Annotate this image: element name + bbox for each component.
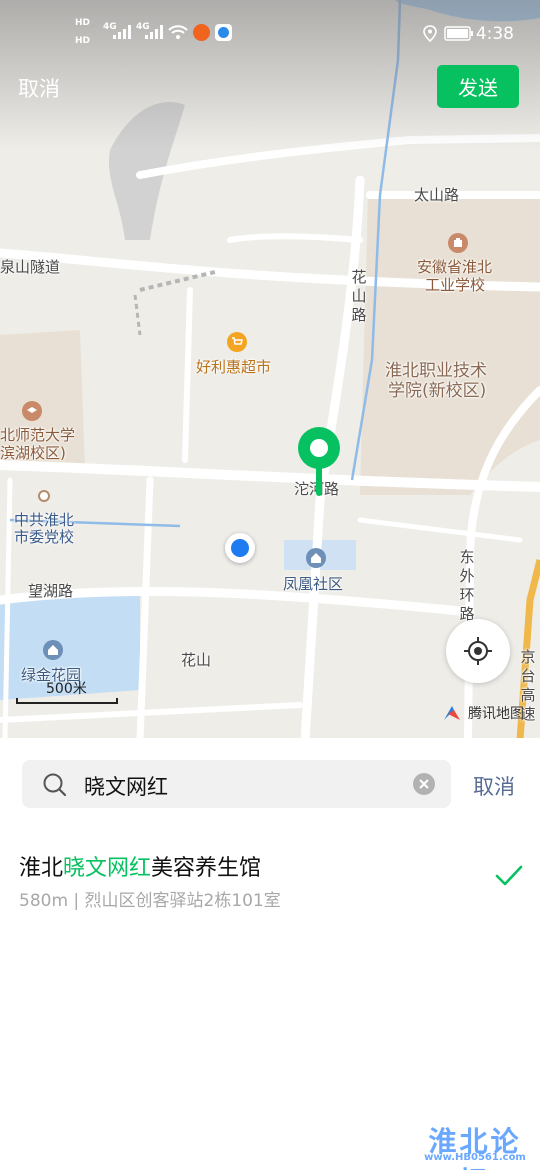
result-title-suffix: 美容养生馆 [151, 856, 262, 881]
garden-poi-icon [43, 640, 63, 660]
status-bar: HD HD 4G 4G 4:38 [0, 0, 540, 64]
cancel-button[interactable]: 取消 [18, 73, 60, 103]
government-poi-icon [38, 490, 50, 502]
result-title-highlight: 晓文网红 [63, 856, 152, 881]
community-poi-icon [306, 548, 326, 568]
my-location-dot [225, 533, 255, 563]
site-watermark: 淮北论坛 www.HB0561.com [415, 1120, 535, 1170]
map-label-party-school-1: 中共淮北 [14, 511, 75, 529]
map-label-vocational-1: 淮北职业技术 [385, 361, 487, 381]
taobao-app-icon [193, 24, 210, 41]
signal-icon-2 [145, 25, 163, 39]
battery-icon [444, 26, 473, 41]
signal-icon-1 [113, 25, 131, 39]
map-scale: 500米 [16, 678, 120, 706]
result-title: 淮北晓文网红美容养生馆 [19, 850, 261, 882]
send-button[interactable]: 发送 [437, 65, 519, 108]
map-label-normal-univ-1: 北师范大学 [0, 426, 76, 444]
status-time: 4:38 [475, 24, 514, 44]
locate-me-button[interactable] [446, 619, 510, 683]
search-panel: 晓文网红 取消 淮北晓文网红美容养生馆 580m | 烈山区创客驿站2栋101室 [0, 738, 540, 1170]
map-provider-logo: 腾讯地图 [442, 703, 524, 723]
location-pin-icon[interactable] [296, 426, 342, 496]
map-label-fenghuang: 凤凰社区 [283, 575, 344, 593]
result-subtitle: 580m | 烈山区创客驿站2栋101室 [19, 891, 281, 911]
map-label-normal-univ-2: 滨湖校区) [0, 444, 66, 462]
map-label-party-school-2: 市委党校 [14, 528, 75, 546]
university-poi-icon [22, 401, 42, 421]
search-result-item[interactable]: 淮北晓文网红美容养生馆 580m | 烈山区创客驿站2栋101室 [0, 838, 540, 928]
map-label-huashan-road: 花山路 [351, 268, 367, 324]
shop-poi-icon [227, 332, 247, 352]
map-label-huashan: 花山 [181, 651, 212, 669]
map-label-quanshan-tunnel: 泉山隧道 [0, 258, 61, 276]
scale-label: 500米 [46, 681, 87, 697]
map-label-anhui-school-1: 安徽省淮北 [417, 258, 493, 276]
search-icon [43, 773, 67, 797]
map-label-anhui-school-2: 工业学校 [425, 276, 486, 294]
school-poi-icon [448, 233, 468, 253]
scale-bar [16, 698, 118, 704]
map-label-taishan-road: 太山路 [414, 186, 460, 204]
cancel-search-button[interactable]: 取消 [473, 771, 515, 801]
browser-app-icon [215, 24, 232, 41]
location-status-icon [423, 25, 437, 42]
map-provider-name: 腾讯地图 [468, 706, 524, 722]
crosshair-icon [464, 637, 492, 665]
search-box[interactable]: 晓文网红 [22, 760, 451, 808]
clear-icon[interactable] [413, 773, 435, 795]
search-input[interactable]: 晓文网红 [84, 771, 168, 801]
map-label-haolihui: 好利惠超市 [196, 358, 272, 376]
watermark-url: www.HB0561.com [424, 1152, 526, 1163]
map-view[interactable]: 太山路 安徽省淮北 工业学校 泉山隧道 花山路 好利惠超市 淮北职业技术 学院(… [0, 0, 540, 740]
wifi-icon [168, 25, 188, 39]
map-label-vocational-2: 学院(新校区) [388, 381, 487, 401]
check-icon [495, 865, 523, 886]
map-label-dongwaihuan-road: 东外环路 [459, 548, 475, 623]
hd-indicator-2: HD [75, 36, 91, 46]
result-title-prefix: 淮北 [19, 856, 64, 881]
map-label-wanghu-road: 望湖路 [28, 582, 74, 600]
tencent-maps-icon [444, 706, 460, 720]
hd-indicator-1: HD [75, 18, 91, 28]
